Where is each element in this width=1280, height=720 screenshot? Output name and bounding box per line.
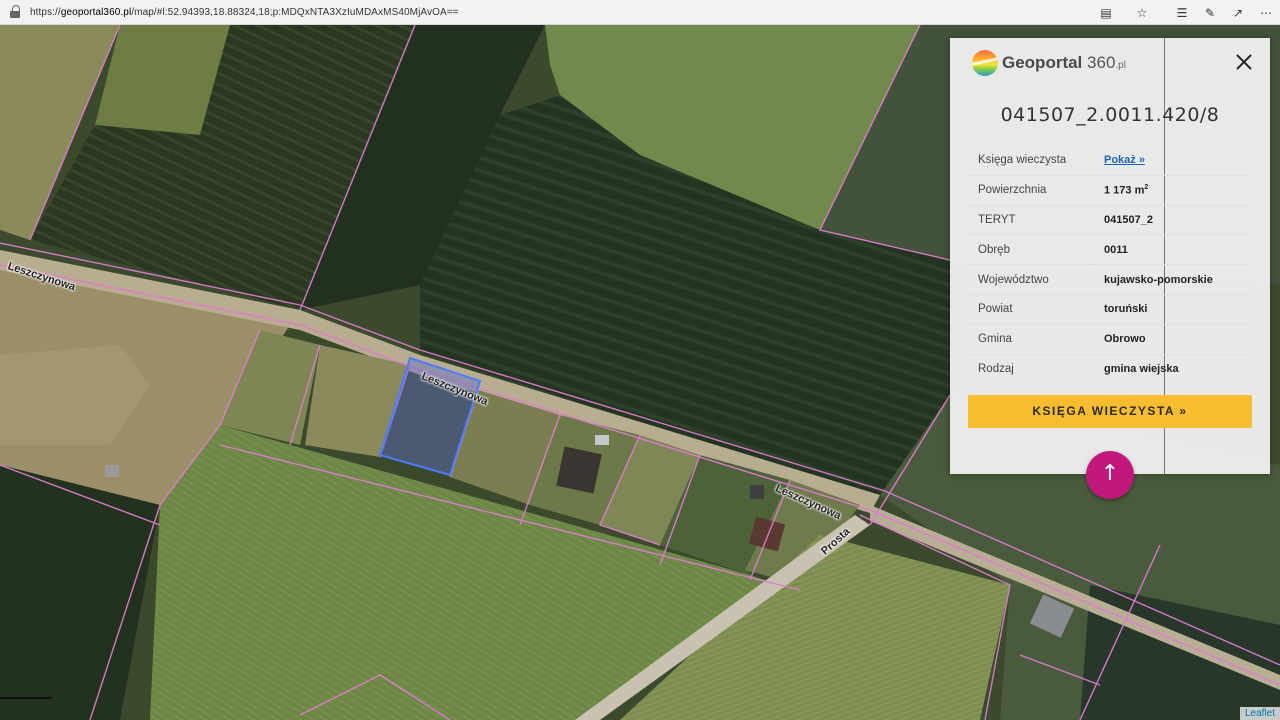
- table-row: Księga wieczysta Pokaż »: [968, 146, 1252, 176]
- table-row: TERYT 041507_2: [968, 206, 1252, 236]
- more-icon[interactable]: ⋯: [1252, 0, 1280, 25]
- attr-label: Powiat: [978, 303, 1013, 316]
- table-row: Powierzchnia 1 173 m2: [968, 176, 1252, 206]
- attr-value: gmina wiejska: [1104, 363, 1179, 376]
- browser-toolbar-icons: ▤ ☆ ☰ ✎ ↗ ⋯: [1092, 0, 1280, 25]
- table-row: Rodzaj gmina wiejska: [968, 355, 1252, 385]
- attr-value: Pokaż »: [1104, 154, 1145, 166]
- attr-label: Województwo: [978, 273, 1049, 286]
- lock-icon: [9, 5, 23, 19]
- pen-icon[interactable]: ✎: [1196, 0, 1224, 25]
- show-land-register-link[interactable]: Pokaż »: [1104, 154, 1145, 166]
- attr-label: Rodzaj: [978, 363, 1014, 376]
- attr-label: Powierzchnia: [978, 184, 1047, 197]
- parcel-attributes-table: Księga wieczysta Pokaż » Powierzchnia 1 …: [968, 146, 1252, 384]
- close-icon[interactable]: [1234, 52, 1254, 72]
- browser-address-bar: https://geoportal360.pl/map/#l:52.94393,…: [0, 0, 1280, 25]
- attr-value: toruński: [1104, 303, 1148, 316]
- logo-globe-icon: [972, 50, 998, 76]
- logo-text: Geoportal 360.pl: [1002, 53, 1126, 72]
- parcel-info-panel: Geoportal 360.pl 041507_2.0011.420/8 Ksi…: [950, 38, 1270, 499]
- arrow-up-icon: ↑: [1100, 461, 1120, 486]
- url-field[interactable]: https://geoportal360.pl/map/#l:52.94393,…: [30, 7, 459, 18]
- scroll-up-button[interactable]: ↑: [1086, 451, 1134, 499]
- leaflet-attribution[interactable]: Leaflet: [1239, 707, 1280, 720]
- table-row: Gmina Obrowo: [968, 325, 1252, 355]
- attr-label: Księga wieczysta: [978, 154, 1067, 167]
- attr-value: 0011: [1104, 243, 1128, 256]
- geoportal-logo[interactable]: Geoportal 360.pl: [972, 50, 1126, 76]
- reader-icon[interactable]: ▤: [1092, 0, 1120, 25]
- land-register-button[interactable]: KSIĘGA WIECZYSTA »: [968, 395, 1252, 428]
- attr-label: TERYT: [978, 213, 1016, 226]
- table-row: Województwo kujawsko-pomorskie: [968, 265, 1252, 295]
- attr-label: Obręb: [978, 243, 1010, 256]
- parcel-id-title: 041507_2.0011.420/8: [1000, 104, 1220, 126]
- map-scale-bar: [0, 697, 52, 699]
- share-icon[interactable]: ↗: [1224, 0, 1252, 25]
- attr-value: kujawsko-pomorskie: [1104, 273, 1213, 286]
- table-row: Obręb 0011: [968, 235, 1252, 266]
- attr-value: 041507_2: [1104, 213, 1153, 226]
- attr-value: Obrowo: [1104, 333, 1146, 346]
- table-row: Powiat toruński: [968, 295, 1252, 325]
- favorites-icon[interactable]: ☰: [1168, 0, 1196, 25]
- attr-value: 1 173 m2: [1104, 183, 1149, 197]
- star-icon[interactable]: ☆: [1128, 0, 1156, 25]
- attr-label: Gmina: [978, 333, 1012, 346]
